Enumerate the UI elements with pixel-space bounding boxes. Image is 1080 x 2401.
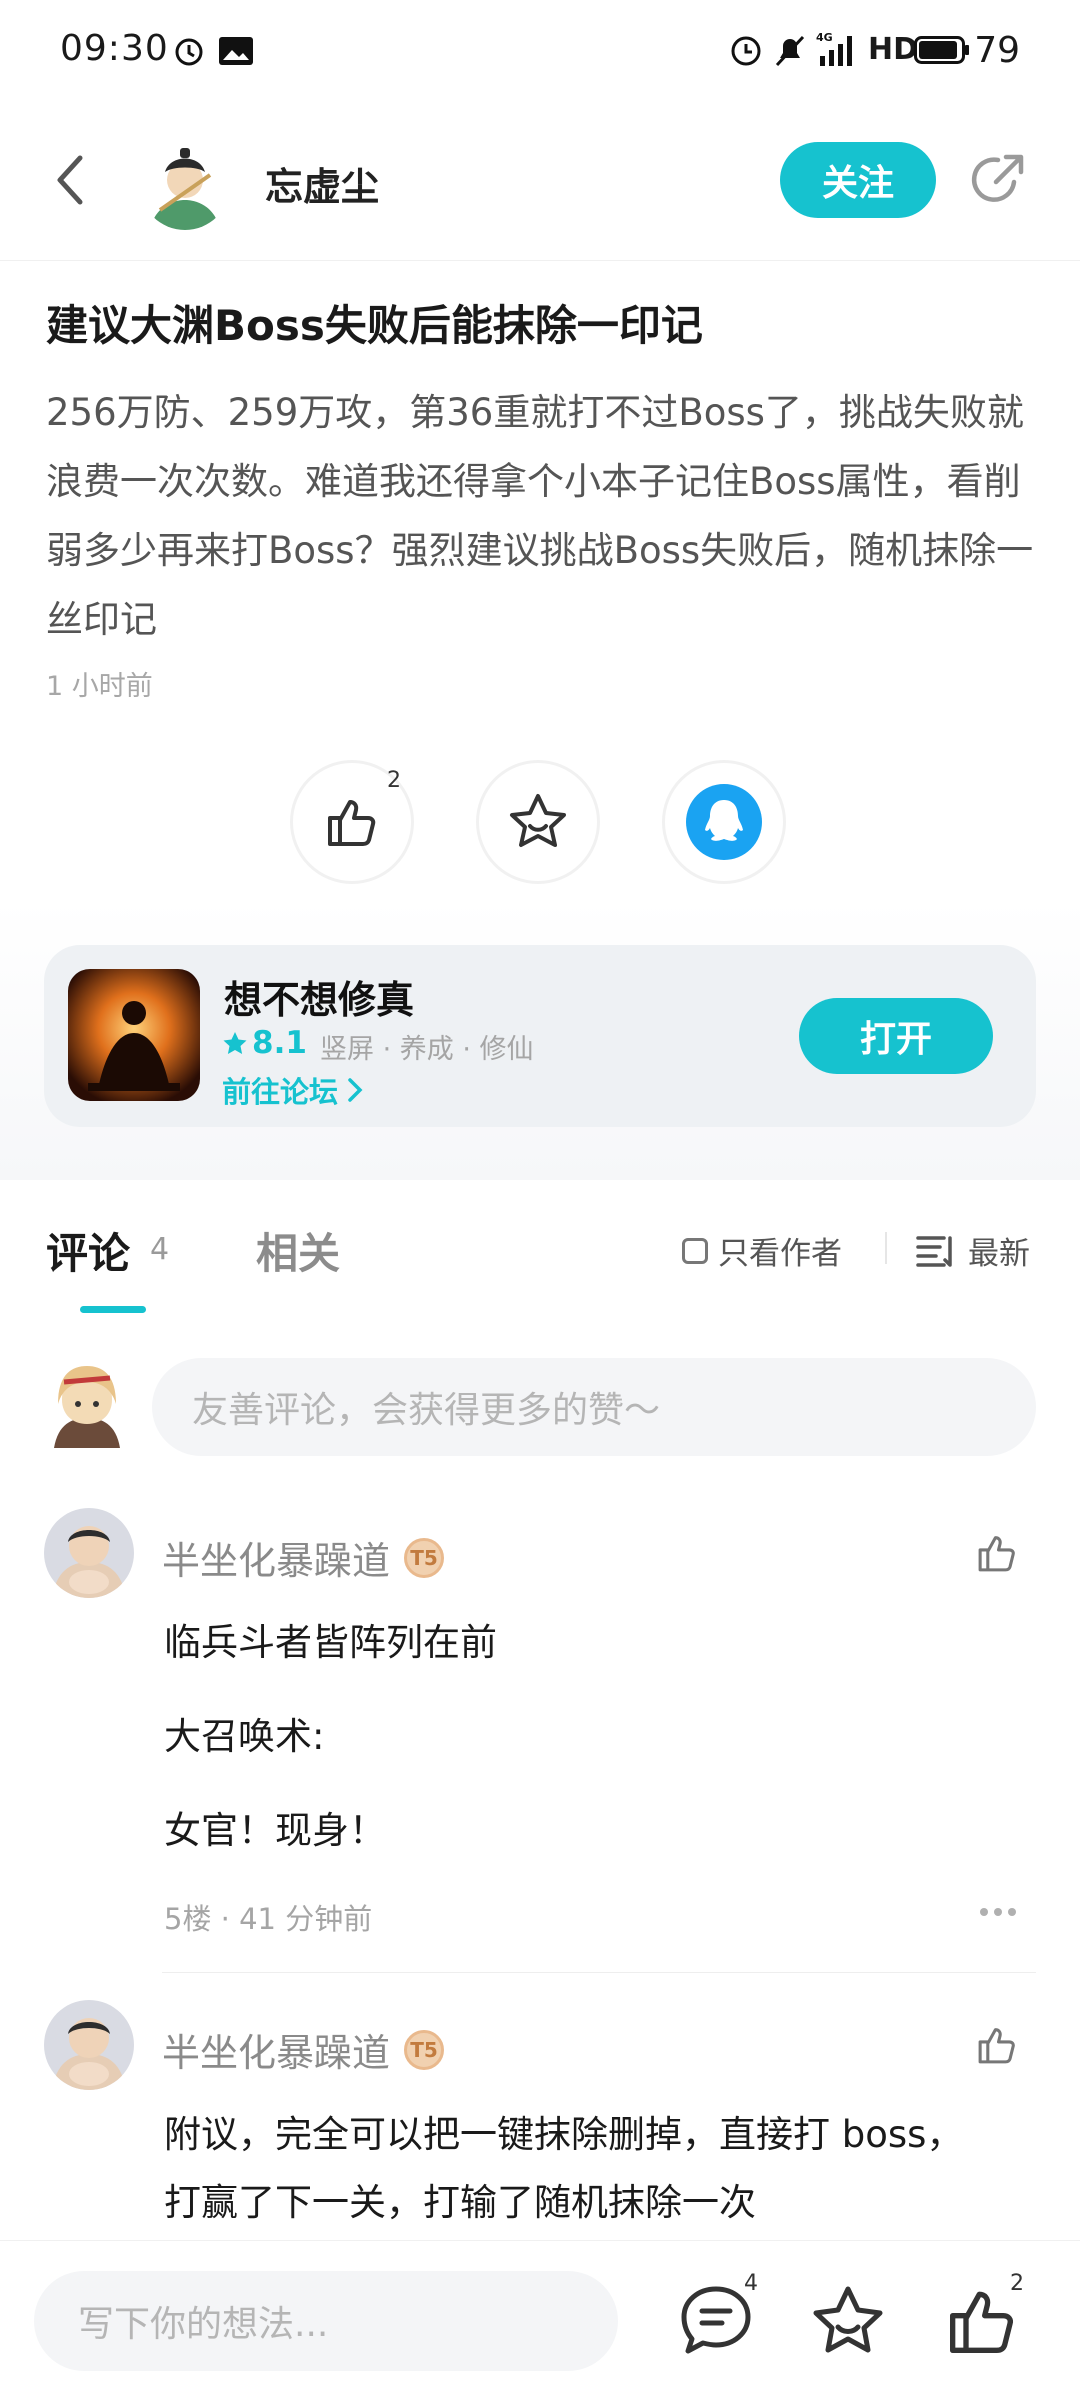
battery-icon xyxy=(914,36,969,64)
favorite-icon[interactable] xyxy=(808,2281,888,2361)
status-bar: 09:30 4G HD 79 xyxy=(0,0,1080,100)
mute-icon xyxy=(775,35,805,67)
only-author-label: 只看作者 xyxy=(718,1236,842,1272)
follow-button[interactable]: 关注 xyxy=(780,142,936,218)
more-options-icon[interactable] xyxy=(978,1906,1018,1918)
thumbs-up-icon xyxy=(328,800,376,846)
comment-line: 临兵斗者皆阵列在前 xyxy=(164,1621,497,1664)
tab-comments[interactable]: 评论 xyxy=(46,1220,130,1281)
comment-username[interactable]: 半坐化暴躁道 xyxy=(162,2022,390,2077)
bottom-comment-count: 4 xyxy=(744,2271,758,2296)
post-time: 1 小时前 xyxy=(46,671,153,702)
signal-icon: 4G xyxy=(816,31,852,66)
game-icon[interactable] xyxy=(68,969,200,1101)
sort-icon xyxy=(916,1235,952,1267)
back-icon[interactable] xyxy=(50,150,90,210)
alarm-icon xyxy=(175,38,203,66)
filter-divider xyxy=(885,1232,887,1264)
commenter-avatar[interactable] xyxy=(44,1508,134,1598)
reply-input[interactable]: 写下你的想法... xyxy=(34,2271,618,2371)
forum-link-label: 前往论坛 xyxy=(222,1075,339,1109)
comment-like-icon[interactable] xyxy=(974,1530,1020,1576)
commenter-avatar[interactable] xyxy=(44,2000,134,2090)
game-tags: 竖屏 · 养成 · 修仙 xyxy=(320,1034,534,1065)
comment-count: 4 xyxy=(150,1232,170,1267)
my-avatar xyxy=(44,1360,130,1450)
active-tab-indicator xyxy=(80,1306,146,1313)
hd-indicator: HD xyxy=(868,32,919,67)
share-icon[interactable] xyxy=(968,150,1028,210)
qq-icon xyxy=(686,784,762,860)
only-author-toggle[interactable]: 只看作者 xyxy=(682,1228,842,1273)
post-header: 忘虚尘 关注 xyxy=(0,110,1080,261)
image-notification-icon xyxy=(219,37,253,65)
comment-user-row: 半坐化暴躁道 T5 xyxy=(162,1530,445,1585)
tab-related[interactable]: 相关 xyxy=(256,1220,340,1281)
sort-label: 最新 xyxy=(968,1236,1030,1272)
post-body: 256万防、259万攻，第36重就打不过Boss了，挑战失败就浪费一次次数。难道… xyxy=(46,391,1034,641)
chevron-right-icon xyxy=(348,1078,363,1102)
game-name: 想不想修真 xyxy=(224,978,415,1022)
comment-line: 大召唤术: xyxy=(164,1715,325,1758)
comment-user-row: 半坐化暴躁道 T5 xyxy=(162,2022,445,2077)
star-icon xyxy=(510,794,566,847)
comment-line: 女官！现身！ xyxy=(164,1809,386,1852)
comment-line: 附议，完全可以把一键抹除删掉，直接打 boss， xyxy=(164,2113,964,2156)
open-game-button[interactable]: 打开 xyxy=(799,998,993,1074)
checkbox-icon xyxy=(682,1237,708,1264)
qq-share-button[interactable] xyxy=(662,760,786,884)
sort-button[interactable]: 最新 xyxy=(916,1228,1030,1273)
level-badge: T5 xyxy=(404,1537,445,1578)
comment-line: 打赢了下一关，打输了随机抹除一次 xyxy=(164,2181,756,2224)
author-avatar[interactable] xyxy=(140,140,230,230)
favorite-button[interactable] xyxy=(476,760,600,884)
comment-like-icon[interactable] xyxy=(974,2022,1020,2068)
level-badge: T5 xyxy=(404,2029,445,2070)
bottom-like-count: 2 xyxy=(1010,2271,1024,2296)
bottom-bar: 写下你的想法... 4 2 xyxy=(0,2240,1080,2401)
author-name[interactable]: 忘虚尘 xyxy=(265,156,379,211)
game-score: 8.1 xyxy=(252,1025,307,1061)
post-like-count: 2 xyxy=(387,768,401,793)
comment-username[interactable]: 半坐化暴躁道 xyxy=(162,1530,390,1585)
comment-divider xyxy=(162,1972,1036,1973)
svg-text:4G: 4G xyxy=(816,31,833,44)
forum-link[interactable]: 前往论坛 xyxy=(222,1069,364,1111)
post-title: 建议大渊Boss失败后能抹除一印记 xyxy=(46,301,703,350)
battery-level: 79 xyxy=(974,30,1020,71)
status-time: 09:30 xyxy=(60,28,169,69)
alarm-clock-icon xyxy=(731,36,761,66)
rating-star-icon xyxy=(223,1032,247,1054)
game-card[interactable]: 想不想修真 8.1 竖屏 · 养成 · 修仙 前往论坛 打开 xyxy=(44,945,1036,1127)
comment-meta: 5楼 · 41 分钟前 xyxy=(164,1902,373,1936)
comment-input[interactable]: 友善评论，会获得更多的赞～ xyxy=(152,1358,1036,1456)
